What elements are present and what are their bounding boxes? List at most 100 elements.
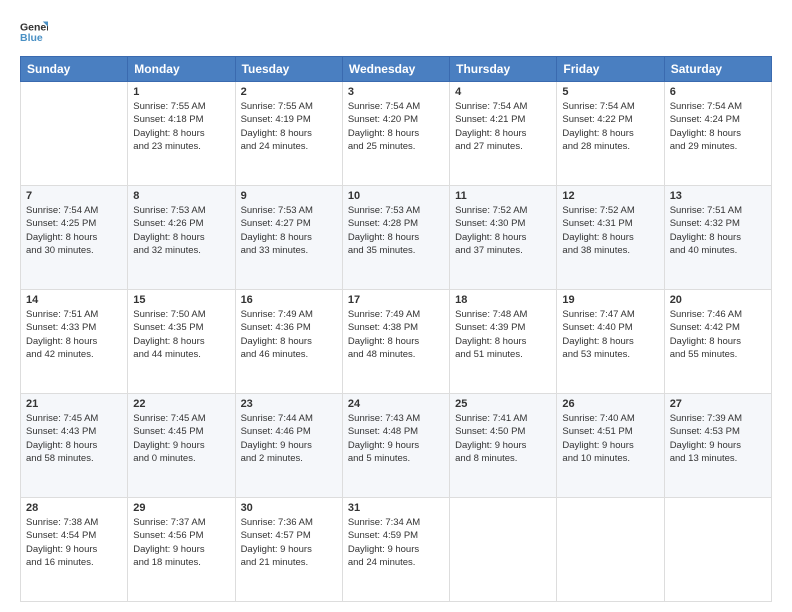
calendar-day-cell: 17Sunrise: 7:49 AM Sunset: 4:38 PM Dayli…: [342, 290, 449, 394]
day-info: Sunrise: 7:52 AM Sunset: 4:30 PM Dayligh…: [455, 204, 551, 257]
day-number: 23: [241, 398, 337, 410]
day-info: Sunrise: 7:50 AM Sunset: 4:35 PM Dayligh…: [133, 308, 229, 361]
day-number: 5: [562, 86, 658, 98]
day-number: 18: [455, 294, 551, 306]
calendar-day-cell: 13 Sunrise: 7:51 AM Sunset: 4:32 PM Dayli…: [664, 186, 771, 290]
calendar-weekday: Friday: [557, 57, 664, 82]
day-info: Sunrise: 7:53 AM Sunset: 4:28 PM Dayligh…: [348, 204, 444, 257]
day-number: 24: [348, 398, 444, 410]
calendar-week-row: 1 Sunrise: 7:55 AM Sunset: 4:18 PM Daylig…: [21, 82, 772, 186]
day-number: 27: [670, 398, 766, 410]
calendar-week-row: 28 Sunrise: 7:38 AM Sunset: 4:54 PM Dayli…: [21, 498, 772, 602]
calendar-day-cell: 27 Sunrise: 7:39 AM Sunset: 4:53 PM Dayli…: [664, 394, 771, 498]
day-info: Sunrise: 7:34 AM Sunset: 4:59 PM Dayligh…: [348, 516, 444, 569]
calendar-table: SundayMondayTuesdayWednesdayThursdayFrid…: [20, 56, 772, 602]
calendar-day-cell: [557, 498, 664, 602]
day-info: Sunrise: 7:54 AM Sunset: 4:22 PM Dayligh…: [562, 100, 658, 153]
calendar-day-cell: 10 Sunrise: 7:53 AM Sunset: 4:28 PM Dayli…: [342, 186, 449, 290]
day-info: Sunrise: 7:53 AM Sunset: 4:27 PM Dayligh…: [241, 204, 337, 257]
day-number: 30: [241, 502, 337, 514]
day-number: 1: [133, 86, 229, 98]
day-number: 13: [670, 190, 766, 202]
calendar-day-cell: [664, 498, 771, 602]
day-info: Sunrise: 7:51 AM Sunset: 4:32 PM Dayligh…: [670, 204, 766, 257]
calendar-day-cell: 9 Sunrise: 7:53 AM Sunset: 4:27 PM Daylig…: [235, 186, 342, 290]
day-number: 10: [348, 190, 444, 202]
day-info: Sunrise: 7:52 AM Sunset: 4:31 PM Dayligh…: [562, 204, 658, 257]
calendar-weekday: Tuesday: [235, 57, 342, 82]
calendar-day-cell: [450, 498, 557, 602]
calendar-weekday: Sunday: [21, 57, 128, 82]
day-info: Sunrise: 7:46 AM Sunset: 4:42 PM Dayligh…: [670, 308, 766, 361]
day-info: Sunrise: 7:37 AM Sunset: 4:56 PM Dayligh…: [133, 516, 229, 569]
day-info: Sunrise: 7:55 AM Sunset: 4:18 PM Dayligh…: [133, 100, 229, 153]
day-info: Sunrise: 7:54 AM Sunset: 4:24 PM Dayligh…: [670, 100, 766, 153]
day-number: 14: [26, 294, 122, 306]
day-number: 4: [455, 86, 551, 98]
day-number: 9: [241, 190, 337, 202]
calendar-day-cell: 24 Sunrise: 7:43 AM Sunset: 4:48 PM Dayli…: [342, 394, 449, 498]
day-number: 16: [241, 294, 337, 306]
day-number: 28: [26, 502, 122, 514]
day-info: Sunrise: 7:51 AM Sunset: 4:33 PM Dayligh…: [26, 308, 122, 361]
calendar-day-cell: 8 Sunrise: 7:53 AM Sunset: 4:26 PM Daylig…: [128, 186, 235, 290]
calendar-day-cell: [21, 82, 128, 186]
calendar-day-cell: 4Sunrise: 7:54 AM Sunset: 4:21 PM Daylig…: [450, 82, 557, 186]
day-number: 26: [562, 398, 658, 410]
day-number: 31: [348, 502, 444, 514]
calendar-day-cell: 12 Sunrise: 7:52 AM Sunset: 4:31 PM Dayli…: [557, 186, 664, 290]
calendar-week-row: 14 Sunrise: 7:51 AM Sunset: 4:33 PM Dayli…: [21, 290, 772, 394]
calendar-day-cell: 6 Sunrise: 7:54 AM Sunset: 4:24 PM Daylig…: [664, 82, 771, 186]
day-number: 12: [562, 190, 658, 202]
calendar-week-row: 7Sunrise: 7:54 AM Sunset: 4:25 PM Daylig…: [21, 186, 772, 290]
calendar-day-cell: 14 Sunrise: 7:51 AM Sunset: 4:33 PM Dayli…: [21, 290, 128, 394]
day-number: 6: [670, 86, 766, 98]
day-number: 7: [26, 190, 122, 202]
day-info: Sunrise: 7:39 AM Sunset: 4:53 PM Dayligh…: [670, 412, 766, 465]
day-number: 2: [241, 86, 337, 98]
day-number: 11: [455, 190, 551, 202]
calendar-day-cell: 1 Sunrise: 7:55 AM Sunset: 4:18 PM Daylig…: [128, 82, 235, 186]
calendar-day-cell: 31 Sunrise: 7:34 AM Sunset: 4:59 PM Dayli…: [342, 498, 449, 602]
calendar-weekday: Saturday: [664, 57, 771, 82]
day-info: Sunrise: 7:49 AM Sunset: 4:36 PM Dayligh…: [241, 308, 337, 361]
day-info: Sunrise: 7:48 AM Sunset: 4:39 PM Dayligh…: [455, 308, 551, 361]
day-number: 17: [348, 294, 444, 306]
day-number: 8: [133, 190, 229, 202]
calendar-day-cell: 16 Sunrise: 7:49 AM Sunset: 4:36 PM Dayli…: [235, 290, 342, 394]
calendar-weekday: Wednesday: [342, 57, 449, 82]
calendar-weekday: Monday: [128, 57, 235, 82]
day-info: Sunrise: 7:38 AM Sunset: 4:54 PM Dayligh…: [26, 516, 122, 569]
logo: General Blue: [20, 18, 48, 46]
calendar-week-row: 21 Sunrise: 7:45 AM Sunset: 4:43 PM Dayli…: [21, 394, 772, 498]
day-number: 22: [133, 398, 229, 410]
day-info: Sunrise: 7:45 AM Sunset: 4:43 PM Dayligh…: [26, 412, 122, 465]
calendar-day-cell: 22Sunrise: 7:45 AM Sunset: 4:45 PM Dayli…: [128, 394, 235, 498]
calendar-day-cell: 3 Sunrise: 7:54 AM Sunset: 4:20 PM Daylig…: [342, 82, 449, 186]
calendar-day-cell: 19 Sunrise: 7:47 AM Sunset: 4:40 PM Dayli…: [557, 290, 664, 394]
calendar-day-cell: 29Sunrise: 7:37 AM Sunset: 4:56 PM Dayli…: [128, 498, 235, 602]
day-info: Sunrise: 7:54 AM Sunset: 4:20 PM Dayligh…: [348, 100, 444, 153]
day-number: 19: [562, 294, 658, 306]
calendar-day-cell: 5 Sunrise: 7:54 AM Sunset: 4:22 PM Daylig…: [557, 82, 664, 186]
day-number: 20: [670, 294, 766, 306]
day-info: Sunrise: 7:36 AM Sunset: 4:57 PM Dayligh…: [241, 516, 337, 569]
day-info: Sunrise: 7:47 AM Sunset: 4:40 PM Dayligh…: [562, 308, 658, 361]
day-number: 3: [348, 86, 444, 98]
page-header: General Blue: [20, 18, 772, 46]
day-info: Sunrise: 7:44 AM Sunset: 4:46 PM Dayligh…: [241, 412, 337, 465]
svg-text:Blue: Blue: [20, 32, 43, 44]
calendar-weekday: Thursday: [450, 57, 557, 82]
logo-icon: General Blue: [20, 18, 48, 46]
day-info: Sunrise: 7:43 AM Sunset: 4:48 PM Dayligh…: [348, 412, 444, 465]
day-info: Sunrise: 7:53 AM Sunset: 4:26 PM Dayligh…: [133, 204, 229, 257]
day-number: 21: [26, 398, 122, 410]
day-info: Sunrise: 7:55 AM Sunset: 4:19 PM Dayligh…: [241, 100, 337, 153]
day-info: Sunrise: 7:40 AM Sunset: 4:51 PM Dayligh…: [562, 412, 658, 465]
calendar-day-cell: 25Sunrise: 7:41 AM Sunset: 4:50 PM Dayli…: [450, 394, 557, 498]
day-number: 25: [455, 398, 551, 410]
calendar-day-cell: 20 Sunrise: 7:46 AM Sunset: 4:42 PM Dayli…: [664, 290, 771, 394]
day-number: 15: [133, 294, 229, 306]
calendar-day-cell: 15 Sunrise: 7:50 AM Sunset: 4:35 PM Dayli…: [128, 290, 235, 394]
calendar-day-cell: 18 Sunrise: 7:48 AM Sunset: 4:39 PM Dayli…: [450, 290, 557, 394]
